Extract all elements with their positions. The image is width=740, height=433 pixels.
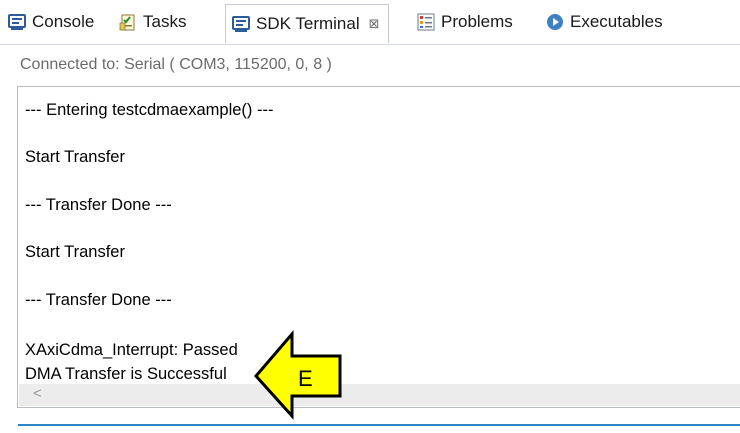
tab-executables-label: Executables — [570, 12, 663, 31]
tab-console[interactable]: Console — [8, 7, 94, 37]
tab-executables[interactable]: Executables — [546, 7, 663, 37]
tab-sdk-terminal[interactable]: SDK Terminal ⊠ — [225, 4, 389, 43]
console-line: --- Transfer Done --- — [25, 291, 172, 309]
console-icon — [8, 14, 26, 30]
annotation-label: E — [298, 366, 313, 391]
view-tab-bar: Console Tasks SDK Terminal ⊠ Problems Ex… — [0, 0, 740, 45]
horizontal-scrollbar[interactable]: < — [19, 384, 740, 406]
console-line: --- Entering testcdmaexample() --- — [25, 101, 274, 119]
scroll-left-icon[interactable]: < — [33, 385, 42, 402]
connection-status: Connected to: Serial ( COM3, 115200, 0, … — [20, 56, 332, 73]
terminal-icon — [232, 16, 250, 32]
console-line: --- Transfer Done --- — [25, 196, 172, 214]
terminal-output[interactable]: --- Entering testcdmaexample() --- Start… — [17, 86, 740, 408]
tab-console-label: Console — [32, 12, 95, 31]
tab-sdk-terminal-label: SDK Terminal — [256, 14, 360, 33]
panel-bottom-border — [18, 424, 740, 426]
executables-icon — [547, 14, 563, 30]
console-line: XAxiCdma_Interrupt: Passed — [25, 341, 238, 359]
tab-tasks-label: Tasks — [143, 12, 187, 31]
tab-problems-label: Problems — [441, 12, 513, 31]
tab-problems[interactable]: Problems — [417, 7, 513, 37]
console-line: Start Transfer — [25, 243, 125, 261]
problems-icon — [417, 13, 435, 31]
console-line: DMA Transfer is Successful — [25, 365, 227, 383]
close-tab-icon[interactable]: ⊠ — [369, 16, 380, 32]
console-line: Start Transfer — [25, 148, 125, 166]
tab-tasks[interactable]: Tasks — [119, 7, 186, 37]
tasks-icon — [119, 14, 135, 31]
arrow-left-icon: E — [254, 329, 342, 420]
